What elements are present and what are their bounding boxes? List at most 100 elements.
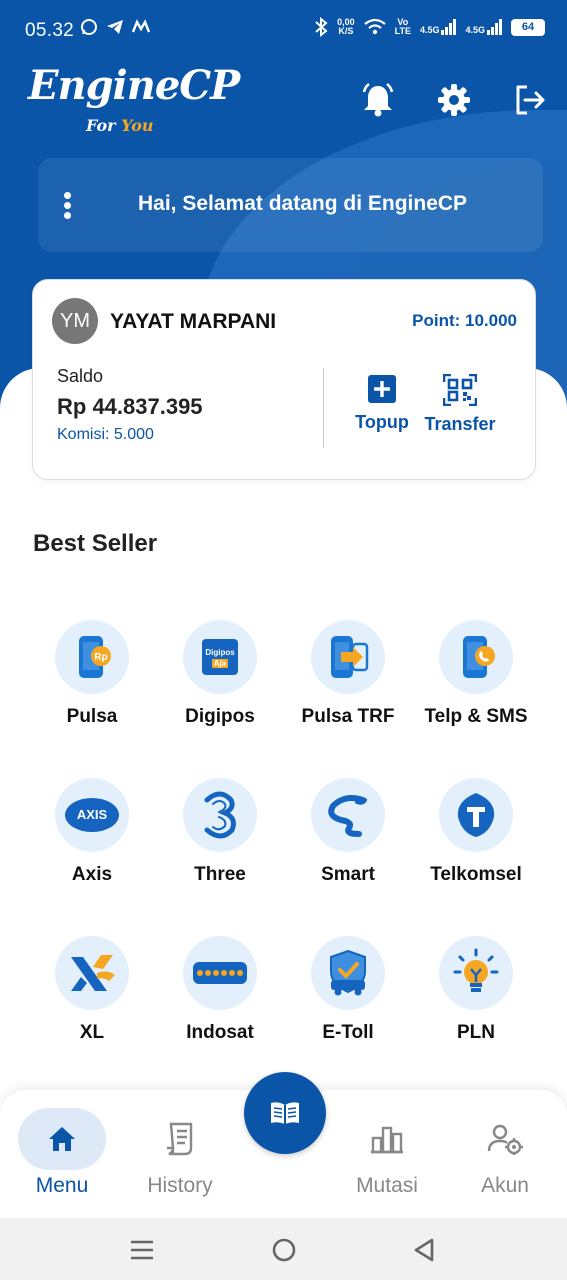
signal-2: 4.5G bbox=[465, 19, 502, 35]
welcome-banner: Hai, Selamat datang di EngineCP bbox=[38, 158, 543, 252]
volte-bottom: LTE bbox=[394, 26, 411, 36]
telegram-icon bbox=[107, 20, 123, 34]
home-button[interactable] bbox=[270, 1236, 298, 1264]
notification-bell-button[interactable] bbox=[358, 80, 398, 120]
product-label: Pulsa bbox=[66, 706, 118, 727]
axis-icon: AXIS bbox=[55, 778, 129, 852]
signal-bars-icon bbox=[441, 19, 457, 35]
digipos-icon-text: Digipos bbox=[205, 648, 235, 657]
komisi-value: Komisi: 5.000 bbox=[57, 426, 154, 443]
product-label: Telp & SMS bbox=[424, 706, 528, 727]
topup-label: Topup bbox=[355, 412, 409, 432]
transfer-label: Transfer bbox=[424, 414, 496, 434]
three-icon bbox=[183, 778, 257, 852]
status-bar: 05.32 0,00 K/S Vo LTE 4.5G 4.5G 64 bbox=[0, 0, 567, 60]
add-square-icon bbox=[368, 375, 396, 403]
signal-bars-icon bbox=[487, 19, 502, 35]
logo-tagline: For You bbox=[86, 116, 154, 135]
receipt-icon bbox=[130, 1108, 230, 1170]
status-time: 05.32 bbox=[25, 20, 75, 41]
network-speed: 0,00 K/S bbox=[337, 18, 355, 36]
point-balance: Point: 10.000 bbox=[412, 311, 517, 330]
etoll-icon bbox=[311, 936, 385, 1010]
product-indosat[interactable]: Indosat bbox=[156, 936, 284, 1044]
logo-main: EngineCP bbox=[28, 62, 240, 109]
menu-lines-icon bbox=[131, 1240, 153, 1260]
nav-menu[interactable]: Menu bbox=[12, 1108, 112, 1198]
wifi-icon bbox=[363, 18, 386, 35]
xl-icon bbox=[55, 936, 129, 1010]
product-smart[interactable]: Smart bbox=[284, 778, 412, 886]
saldo-value: Rp 44.837.395 bbox=[57, 394, 203, 419]
book-icon bbox=[271, 1102, 299, 1124]
catalog-fab-button[interactable] bbox=[244, 1072, 326, 1154]
nav-history[interactable]: History bbox=[130, 1108, 230, 1198]
avatar: YM bbox=[52, 298, 98, 344]
network-type-1: 4.5G bbox=[419, 25, 440, 35]
home-icon bbox=[18, 1108, 106, 1170]
product-label: Smart bbox=[321, 864, 375, 885]
product-etoll[interactable]: E-Toll bbox=[284, 936, 412, 1044]
product-label: E-Toll bbox=[322, 1022, 374, 1043]
product-label: Telkomsel bbox=[430, 864, 522, 885]
product-telkomsel[interactable]: Telkomsel bbox=[412, 778, 540, 886]
pulsa-transfer-icon bbox=[311, 620, 385, 694]
svg-text:Rp: Rp bbox=[94, 652, 107, 663]
whatsapp-icon bbox=[81, 19, 97, 35]
axis-icon-text: AXIS bbox=[65, 798, 119, 832]
product-axis[interactable]: AXIS Axis bbox=[28, 778, 156, 886]
bell-icon bbox=[362, 83, 394, 117]
qr-code-icon bbox=[443, 374, 477, 406]
system-status: 0,00 K/S Vo LTE 4.5G 4.5G 64 bbox=[314, 17, 545, 37]
product-xl[interactable]: XL bbox=[28, 936, 156, 1044]
product-telp-sms[interactable]: Telp & SMS bbox=[412, 620, 540, 728]
logo-for: For bbox=[86, 116, 116, 135]
settings-button[interactable] bbox=[434, 80, 474, 120]
logo-you: You bbox=[121, 116, 154, 135]
nav-mutasi[interactable]: Mutasi bbox=[337, 1108, 437, 1198]
network-type-2: 4.5G bbox=[465, 25, 485, 35]
speed-unit: K/S bbox=[338, 26, 354, 36]
app-logo: EngineCP For You bbox=[28, 62, 240, 135]
best-seller-title: Best Seller bbox=[33, 530, 158, 557]
product-label: XL bbox=[79, 1022, 105, 1043]
product-label: Three bbox=[194, 864, 246, 885]
nav-menu-label: Menu bbox=[35, 1174, 89, 1197]
product-label: Digipos bbox=[185, 706, 255, 727]
telkomsel-icon bbox=[439, 778, 513, 852]
product-pln[interactable]: PLN bbox=[412, 936, 540, 1044]
pulsa-icon: Rp bbox=[55, 620, 129, 694]
nav-akun-label: Akun bbox=[481, 1174, 529, 1197]
back-button[interactable] bbox=[410, 1236, 438, 1264]
topup-button[interactable]: Topup bbox=[353, 374, 411, 433]
account-card: YM YAYAT MARPANI Point: 10.000 Saldo Rp … bbox=[32, 279, 536, 480]
back-triangle-icon bbox=[414, 1238, 434, 1262]
saldo-label: Saldo bbox=[57, 366, 104, 386]
nav-history-label: History bbox=[147, 1174, 213, 1197]
product-digipos[interactable]: Digipos Aja Digipos bbox=[156, 620, 284, 728]
digipos-icon: Digipos Aja bbox=[183, 620, 257, 694]
signal-1: 4.5G bbox=[420, 19, 457, 35]
nav-mutasi-label: Mutasi bbox=[356, 1174, 418, 1197]
product-label: Pulsa TRF bbox=[301, 706, 395, 727]
product-pulsa[interactable]: Rp Pulsa bbox=[28, 620, 156, 728]
recent-apps-button[interactable] bbox=[128, 1236, 156, 1264]
telp-sms-icon bbox=[439, 620, 513, 694]
product-three[interactable]: Three bbox=[156, 778, 284, 886]
logout-icon bbox=[516, 85, 545, 115]
bluetooth-icon bbox=[315, 17, 328, 37]
nav-akun[interactable]: Akun bbox=[455, 1108, 555, 1198]
bar-chart-icon bbox=[337, 1108, 437, 1170]
circle-icon bbox=[272, 1238, 296, 1262]
system-navigation-bar bbox=[0, 1218, 567, 1280]
smart-icon bbox=[311, 778, 385, 852]
product-label: Indosat bbox=[186, 1022, 254, 1043]
user-settings-icon bbox=[455, 1108, 555, 1170]
more-options-icon[interactable] bbox=[64, 192, 74, 222]
volte-indicator: Vo LTE bbox=[395, 18, 411, 36]
digipos-icon-subtext: Aja bbox=[211, 659, 229, 668]
pln-icon bbox=[439, 936, 513, 1010]
logout-button[interactable] bbox=[510, 80, 550, 120]
product-pulsa-trf[interactable]: Pulsa TRF bbox=[284, 620, 412, 728]
transfer-button[interactable]: Transfer bbox=[421, 374, 499, 435]
